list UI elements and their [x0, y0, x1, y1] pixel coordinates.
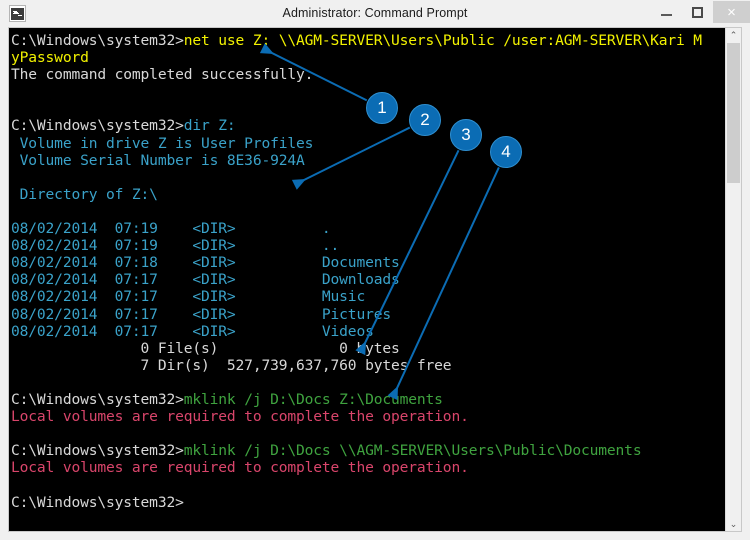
terminal-span: 08/02/2014 07:17 <DIR> Videos — [11, 322, 374, 340]
terminal-span: dir Z: — [183, 117, 236, 135]
terminal-span: C:\Windows\system32> — [11, 493, 184, 511]
terminal-span: 08/02/2014 07:18 <DIR> Documents — [11, 254, 400, 272]
terminal-line: C:\Windows\system32>dir Z: — [11, 117, 702, 134]
terminal-span: 08/02/2014 07:19 <DIR> . — [11, 220, 331, 238]
terminal-line: 08/02/2014 07:17 <DIR> Downloads — [11, 271, 702, 288]
terminal-span: C:\Windows\system32> — [11, 32, 184, 49]
terminal-span: net use Z: \\AGM-SERVER\Users\Public /us… — [183, 32, 702, 49]
terminal-span: Directory of Z:\ — [11, 185, 158, 203]
terminal-line: 08/02/2014 07:18 <DIR> Documents — [11, 254, 702, 271]
window-title: Administrator: Command Prompt — [282, 6, 468, 20]
terminal-span: Local volumes are required to complete t… — [11, 459, 469, 477]
console-output-area[interactable]: C:\Windows\system32>net use Z: \\AGM-SER… — [9, 28, 726, 531]
scroll-down-arrow-icon[interactable]: ⌄ — [726, 517, 741, 531]
terminal-line: Local volumes are required to complete t… — [11, 408, 702, 425]
terminal-line: 08/02/2014 07:19 <DIR> . — [11, 220, 702, 237]
terminal-line: C:\Windows\system32>net use Z: \\AGM-SER… — [11, 32, 702, 49]
terminal-line: 08/02/2014 07:17 <DIR> Pictures — [11, 306, 702, 323]
close-icon: × — [727, 3, 736, 21]
terminal-line: 08/02/2014 07:17 <DIR> Videos — [11, 323, 702, 340]
terminal-line: 7 Dir(s) 527,739,637,760 bytes free — [11, 357, 702, 374]
terminal-line: Directory of Z:\ — [11, 186, 702, 203]
terminal-line: C:\Windows\system32>mklink /j D:\Docs \\… — [11, 442, 702, 459]
terminal-line: C:\Windows\system32> — [11, 494, 702, 511]
terminal-span: C:\Windows\system32> — [11, 442, 184, 460]
terminal-span: yPassword — [11, 49, 89, 67]
terminal-span: C:\Windows\system32> — [11, 117, 184, 135]
caption-buttons: × — [651, 0, 750, 26]
terminal-span: Volume in drive Z is User Profiles — [11, 134, 314, 152]
command-prompt-window: Administrator: Command Prompt × C:\Windo… — [0, 0, 750, 540]
terminal-line: C:\Windows\system32>mklink /j D:\Docs Z:… — [11, 391, 702, 408]
terminal-span: Volume Serial Number is 8E36-924A — [11, 151, 305, 169]
maximize-icon — [692, 6, 703, 18]
terminal-span: C:\Windows\system32> — [11, 390, 184, 408]
terminal-span: mklink /j D:\Docs Z:\Documents — [183, 390, 443, 408]
terminal-line: The command completed successfully. — [11, 66, 702, 83]
terminal-line: 08/02/2014 07:19 <DIR> .. — [11, 237, 702, 254]
maximize-button[interactable] — [682, 1, 713, 23]
terminal-span: 08/02/2014 07:17 <DIR> Pictures — [11, 305, 391, 323]
terminal-span: The command completed successfully. — [11, 66, 314, 84]
terminal-line: Volume Serial Number is 8E36-924A — [11, 152, 702, 169]
scrollbar-thumb[interactable] — [727, 43, 740, 183]
terminal-line: yPassword — [11, 49, 702, 66]
terminal-line: Local volumes are required to complete t… — [11, 459, 702, 476]
terminal-span: 08/02/2014 07:19 <DIR> .. — [11, 237, 340, 255]
terminal-line: 0 File(s) 0 bytes — [11, 340, 702, 357]
console-frame: C:\Windows\system32>net use Z: \\AGM-SER… — [8, 27, 742, 532]
terminal-span: Local volumes are required to complete t… — [11, 408, 469, 426]
terminal-span: 0 File(s) 0 bytes — [11, 339, 400, 357]
terminal-span: 08/02/2014 07:17 <DIR> Music — [11, 288, 366, 306]
close-button[interactable]: × — [713, 1, 750, 23]
terminal-line: Volume in drive Z is User Profiles — [11, 135, 702, 152]
title-bar[interactable]: Administrator: Command Prompt × — [0, 0, 750, 26]
console-scrollbar[interactable]: ⌃ ⌄ — [725, 28, 741, 531]
terminal-span: 7 Dir(s) 527,739,637,760 bytes free — [11, 356, 452, 374]
minimize-button[interactable] — [651, 1, 682, 23]
terminal-line: 08/02/2014 07:17 <DIR> Music — [11, 288, 702, 305]
minimize-icon — [661, 14, 672, 16]
terminal-span: 08/02/2014 07:17 <DIR> Downloads — [11, 271, 400, 289]
scroll-up-arrow-icon[interactable]: ⌃ — [726, 28, 741, 42]
terminal-text: C:\Windows\system32>net use Z: \\AGM-SER… — [11, 32, 702, 511]
terminal-span: mklink /j D:\Docs \\AGM-SERVER\Users\Pub… — [183, 442, 642, 460]
